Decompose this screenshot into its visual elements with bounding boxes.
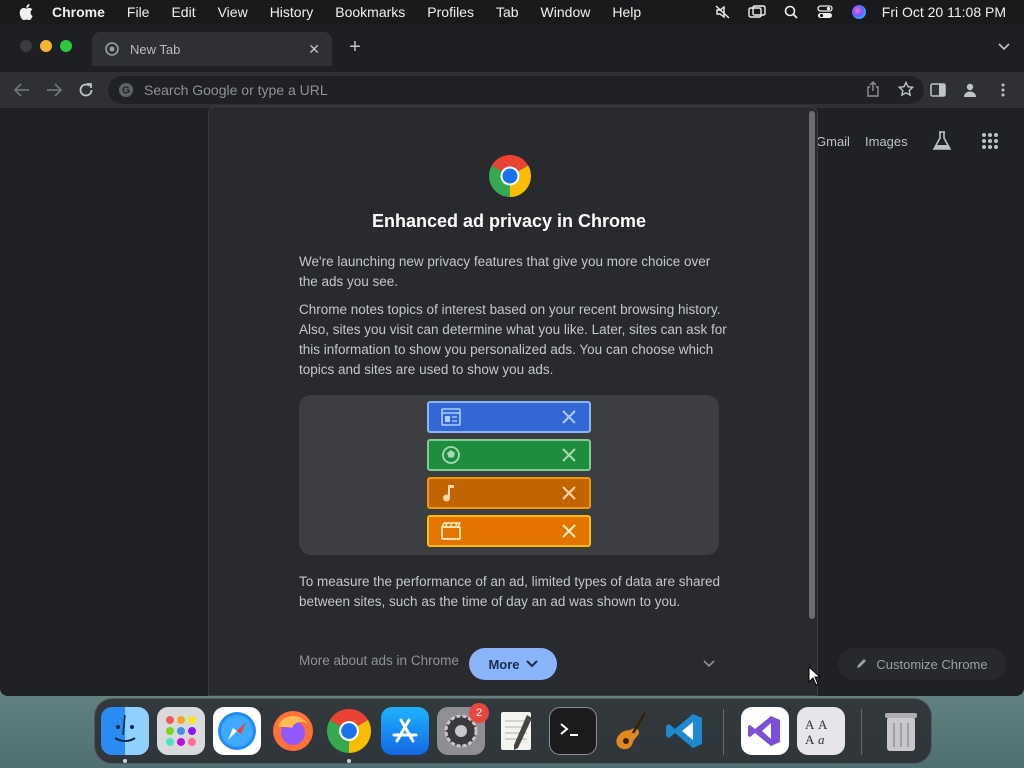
topic-pill-movies bbox=[427, 515, 591, 547]
menu-file[interactable]: File bbox=[116, 4, 161, 20]
remove-topic-icon[interactable] bbox=[561, 485, 577, 501]
topic-pill-sports bbox=[427, 439, 591, 471]
menu-history[interactable]: History bbox=[259, 4, 325, 20]
dialog-scrollbar[interactable] bbox=[809, 111, 815, 619]
more-about-ads-link[interactable]: More about ads in Chrome bbox=[299, 653, 459, 668]
menu-bookmarks[interactable]: Bookmarks bbox=[324, 4, 416, 20]
dialog-paragraph-topics: Chrome notes topics of interest based on… bbox=[299, 302, 727, 377]
menu-app-name[interactable]: Chrome bbox=[52, 4, 116, 20]
window-zoom-button[interactable] bbox=[60, 40, 72, 52]
trash-icon[interactable] bbox=[877, 707, 925, 755]
textedit-icon[interactable] bbox=[493, 707, 541, 755]
svg-text:G: G bbox=[122, 86, 130, 97]
dock-running-indicator bbox=[347, 759, 351, 763]
garageband-icon[interactable] bbox=[605, 707, 653, 755]
tab-new-tab[interactable]: New Tab ✕ bbox=[92, 32, 332, 66]
svg-text:a: a bbox=[818, 732, 825, 747]
dock-running-indicator bbox=[123, 759, 127, 763]
menubar-clock[interactable]: Fri Oct 20 11:08 PM bbox=[882, 4, 1006, 20]
customize-chrome-label: Customize Chrome bbox=[876, 656, 988, 672]
tab-search-chevron-icon[interactable] bbox=[998, 38, 1010, 54]
firefox-icon[interactable] bbox=[269, 707, 317, 755]
visual-studio-icon[interactable] bbox=[741, 707, 789, 755]
spotlight-search-icon[interactable] bbox=[774, 5, 808, 19]
chrome-logo-icon bbox=[488, 154, 532, 197]
dialog-paragraph-intro: We're launching new privacy features tha… bbox=[299, 254, 711, 289]
safari-icon[interactable] bbox=[213, 707, 261, 755]
omnibox[interactable]: G Search Google or type a URL bbox=[108, 76, 924, 104]
dock-separator bbox=[723, 709, 724, 755]
menu-profiles[interactable]: Profiles bbox=[416, 4, 485, 20]
dialog-title: Enhanced ad privacy in Chrome bbox=[371, 211, 647, 231]
finder-icon[interactable] bbox=[101, 707, 149, 755]
app-store-icon[interactable] bbox=[381, 707, 429, 755]
svg-text:A: A bbox=[805, 717, 815, 732]
more-button-label: More bbox=[488, 656, 520, 672]
topic-pill-news bbox=[427, 401, 591, 433]
google-g-icon: G bbox=[118, 82, 134, 98]
labs-flask-icon[interactable] bbox=[931, 130, 953, 157]
launchpad-icon[interactable] bbox=[157, 707, 205, 755]
bookmark-star-icon[interactable] bbox=[897, 80, 915, 100]
images-link[interactable]: Images bbox=[865, 134, 908, 149]
menu-edit[interactable]: Edit bbox=[160, 4, 206, 20]
topics-illustration bbox=[299, 395, 719, 555]
google-apps-grid-icon[interactable] bbox=[981, 132, 999, 155]
chevron-down-icon bbox=[525, 660, 538, 668]
customize-chrome-button[interactable]: Customize Chrome bbox=[838, 648, 1006, 680]
chrome-dock-icon[interactable] bbox=[325, 707, 373, 755]
dialog-paragraph-measurement: To measure the performance of an ad, lim… bbox=[299, 574, 720, 609]
forward-button[interactable] bbox=[44, 80, 64, 100]
menu-view[interactable]: View bbox=[207, 4, 259, 20]
mute-icon[interactable] bbox=[706, 5, 740, 19]
svg-text:A: A bbox=[805, 732, 815, 747]
window-controls bbox=[20, 40, 72, 52]
browser-toolbar: G Search Google or type a URL bbox=[0, 72, 1024, 108]
remove-topic-icon[interactable] bbox=[561, 409, 577, 425]
movie-clapper-icon bbox=[441, 522, 461, 540]
tab-title: New Tab bbox=[130, 41, 181, 57]
new-tab-button[interactable]: + bbox=[344, 36, 366, 59]
screen-mirror-icon[interactable] bbox=[740, 5, 774, 19]
dock-separator bbox=[861, 709, 862, 755]
pencil-icon bbox=[856, 657, 868, 672]
reload-button[interactable] bbox=[76, 80, 96, 100]
expand-chevron-icon[interactable] bbox=[703, 655, 715, 673]
chrome-favicon-icon bbox=[104, 41, 120, 57]
profile-avatar-icon[interactable] bbox=[960, 80, 980, 100]
news-icon bbox=[441, 408, 461, 426]
window-minimize-button[interactable] bbox=[40, 40, 52, 52]
remove-topic-icon[interactable] bbox=[561, 523, 577, 539]
more-button[interactable]: More bbox=[469, 648, 557, 680]
siri-icon[interactable] bbox=[842, 4, 876, 20]
kebab-menu-icon[interactable] bbox=[993, 80, 1013, 100]
terminal-icon[interactable] bbox=[549, 707, 597, 755]
omnibox-placeholder: Search Google or type a URL bbox=[144, 82, 328, 98]
ad-privacy-dialog: Enhanced ad privacy in Chrome We're laun… bbox=[208, 106, 818, 696]
dock: 2 AAAa bbox=[94, 698, 932, 764]
dictionary-icon[interactable]: AAAa bbox=[797, 707, 845, 755]
remove-topic-icon[interactable] bbox=[561, 447, 577, 463]
svg-text:A: A bbox=[818, 717, 828, 732]
sports-ball-icon bbox=[442, 446, 460, 464]
menu-tab[interactable]: Tab bbox=[485, 4, 530, 20]
menu-bar: Chrome File Edit View History Bookmarks … bbox=[0, 0, 1024, 24]
apple-menu-icon[interactable] bbox=[0, 4, 52, 20]
topic-pill-music bbox=[427, 477, 591, 509]
back-button[interactable] bbox=[12, 80, 32, 100]
music-note-icon bbox=[443, 485, 454, 502]
menu-window[interactable]: Window bbox=[530, 4, 602, 20]
window-close-button[interactable] bbox=[20, 40, 32, 52]
tab-strip: New Tab ✕ + bbox=[0, 24, 1024, 72]
mouse-cursor-icon bbox=[808, 665, 822, 691]
system-settings-icon[interactable]: 2 bbox=[437, 703, 489, 755]
menu-help[interactable]: Help bbox=[601, 4, 652, 20]
control-center-icon[interactable] bbox=[808, 5, 842, 19]
side-panel-icon[interactable] bbox=[928, 80, 948, 100]
tab-close-icon[interactable]: ✕ bbox=[308, 41, 320, 58]
gmail-link[interactable]: Gmail bbox=[816, 134, 850, 149]
settings-badge: 2 bbox=[469, 703, 489, 723]
vscode-icon[interactable] bbox=[661, 707, 709, 755]
share-icon[interactable] bbox=[866, 80, 880, 100]
